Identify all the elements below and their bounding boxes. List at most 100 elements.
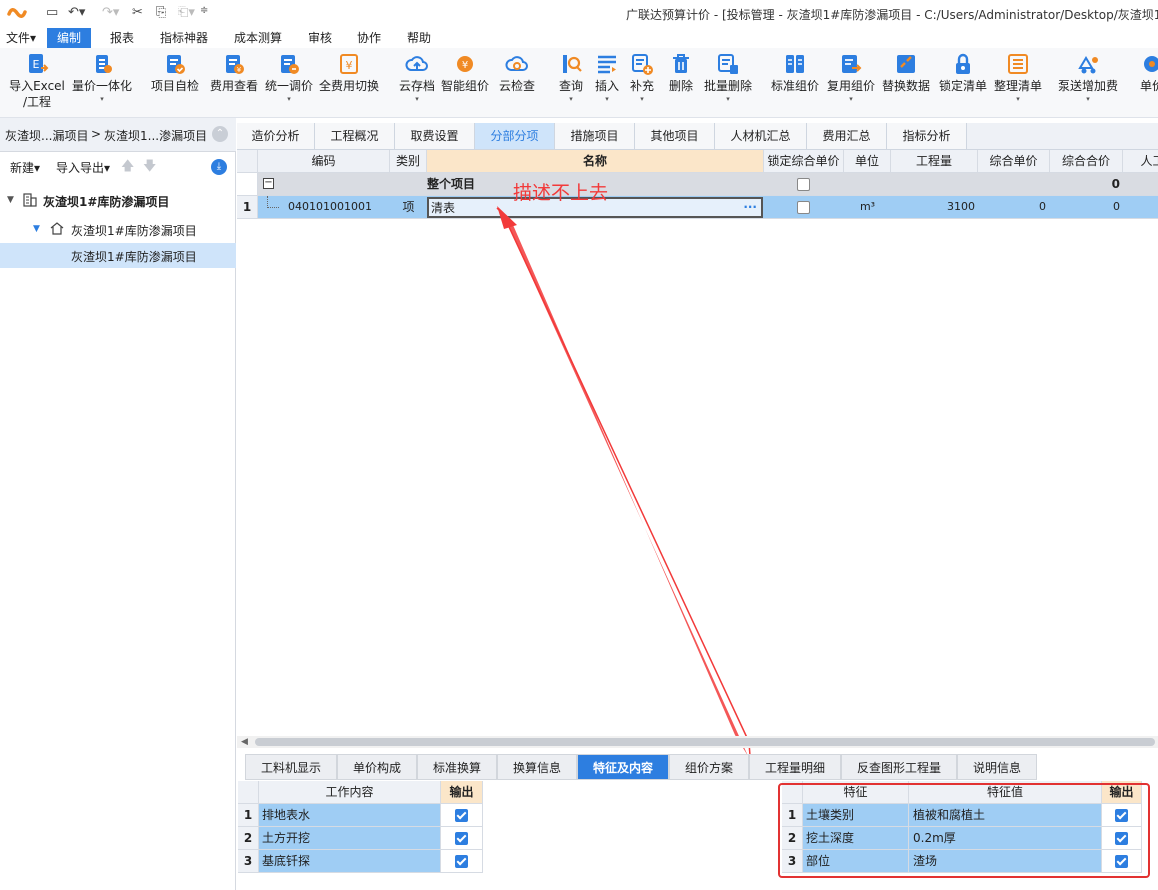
menu-edit[interactable]: 编制	[47, 28, 92, 48]
tab-features-content[interactable]: 特征及内容	[577, 754, 669, 780]
pump-fee-button[interactable]: 泵送增加费 ▾	[1055, 52, 1121, 104]
more-button[interactable]: ···	[743, 199, 757, 215]
col-header-unit[interactable]: 单位	[844, 150, 891, 173]
move-up-icon[interactable]: 🡅	[121, 157, 134, 179]
menu-file[interactable]: 文件▾	[6, 30, 36, 46]
col-header-lock-price[interactable]: 锁定综合单价	[764, 150, 844, 173]
tab-fee-settings[interactable]: 取费设置	[395, 123, 475, 149]
redo-icon[interactable]: ↷▾	[102, 5, 119, 20]
self-check-button[interactable]: 项目自检	[148, 52, 202, 94]
tab-unit-price-composition[interactable]: 单价构成	[337, 754, 417, 780]
undo-icon[interactable]: ↶▾	[68, 5, 85, 20]
collapse-toggle[interactable]: −	[263, 178, 274, 189]
quantity-price-button[interactable]: 量价一体化 ▾	[71, 52, 133, 104]
smart-price-button[interactable]: ¥ 智能组价	[438, 52, 492, 94]
import-export-button[interactable]: 导入导出▾	[56, 159, 110, 176]
tab-conversion-info[interactable]: 换算信息	[497, 754, 577, 780]
checkbox-checked-icon[interactable]	[455, 832, 468, 845]
delete-button[interactable]: 删除	[665, 52, 697, 94]
lock-list-button[interactable]: 锁定清单	[936, 52, 990, 94]
copy-icon[interactable]: ⎘	[156, 5, 166, 20]
menu-help[interactable]: 帮助	[407, 30, 431, 46]
move-down-icon[interactable]: 🡇	[143, 157, 156, 179]
col-header-type[interactable]: 类别	[390, 150, 427, 173]
tab-quantity-details[interactable]: 工程量明细	[749, 754, 841, 780]
scroll-left-icon[interactable]: ◀	[241, 736, 248, 748]
table-row-whole-project[interactable]	[258, 173, 1158, 196]
tab-reverse-graphic-quantity[interactable]: 反查图形工程量	[841, 754, 957, 780]
cell-name[interactable]: 清表	[431, 200, 455, 216]
tree-item-project[interactable]: ▼ 灰渣坝1#库防渗漏项目	[0, 188, 236, 213]
tab-cost-analysis[interactable]: 造价分析	[237, 123, 315, 149]
fee-view-button[interactable]: ¥ 费用查看	[207, 52, 261, 94]
col-header-unit-price[interactable]: 综合单价	[978, 150, 1050, 173]
output-checkbox[interactable]	[441, 827, 483, 850]
download-icon[interactable]: ⤓	[211, 159, 227, 175]
scrollbar-thumb[interactable]	[255, 738, 1155, 746]
replace-data-button[interactable]: 替换数据	[878, 52, 934, 94]
col-header-quantity[interactable]: 工程量	[891, 150, 978, 173]
cell-code[interactable]: 040101001001	[288, 196, 372, 218]
customize-icon[interactable]: ≑	[200, 5, 208, 16]
standard-price-button[interactable]: 标准组价	[768, 52, 822, 94]
tab-sub-items[interactable]: 分部分项	[475, 123, 555, 149]
output-checkbox[interactable]	[441, 850, 483, 873]
horizontal-scrollbar[interactable]: ◀	[237, 736, 1158, 748]
lock-price-checkbox[interactable]	[797, 178, 810, 191]
save-icon[interactable]: ▭	[46, 5, 58, 20]
cut-icon[interactable]: ✂	[132, 5, 143, 20]
cloud-archive-button[interactable]: 云存档 ▾	[396, 52, 438, 104]
breadcrumb-item-unit[interactable]: 灰渣坝1...渗漏项目	[104, 127, 207, 144]
cell-unit-price[interactable]: 0	[978, 196, 1046, 218]
tab-description-info[interactable]: 说明信息	[957, 754, 1037, 780]
tab-fee-summary[interactable]: 费用汇总	[807, 123, 887, 149]
expand-arrow-icon[interactable]: ▼	[7, 195, 14, 205]
cell-unit[interactable]: m³	[844, 196, 891, 218]
checkbox-checked-icon[interactable]	[455, 809, 468, 822]
menu-report[interactable]: 报表	[110, 30, 134, 46]
tab-labor-material-display[interactable]: 工料机显示	[245, 754, 337, 780]
tab-other-items[interactable]: 其他项目	[635, 123, 715, 149]
tab-standard-conversion[interactable]: 标准换算	[417, 754, 497, 780]
menu-index-tool[interactable]: 指标神器	[160, 30, 208, 46]
batch-delete-button[interactable]: 批量删除 ▾	[700, 52, 756, 104]
tab-project-overview[interactable]: 工程概况	[315, 123, 395, 149]
menu-review[interactable]: 审核	[308, 30, 332, 46]
col-header-labor[interactable]: 人工	[1123, 150, 1158, 173]
cloud-check-button[interactable]: 云检查	[494, 52, 540, 94]
import-excel-button[interactable]: E 导入Excel /工程	[8, 52, 66, 110]
paste-icon[interactable]: ⎗▾	[178, 5, 195, 20]
cell-quantity[interactable]: 3100	[891, 196, 975, 218]
expand-arrow-icon[interactable]: ▼	[33, 224, 40, 234]
tab-labor-material-summary[interactable]: 人材机汇总	[715, 123, 807, 149]
new-button[interactable]: 新建▾	[10, 159, 40, 176]
cell-total-price[interactable]: 0	[1050, 196, 1120, 218]
organize-list-button[interactable]: 整理清单 ▾	[990, 52, 1046, 104]
price-adjust-button[interactable]: 统一调价 ▾	[262, 52, 316, 104]
supplement-button[interactable]: 补充 ▾	[627, 52, 657, 104]
tree-item-unit-selected[interactable]: 灰渣坝1#库防渗漏项目	[0, 243, 236, 268]
col-header-name[interactable]: 名称	[427, 150, 764, 173]
tab-measures[interactable]: 措施项目	[555, 123, 635, 149]
breadcrumb-item-project[interactable]: 灰渣坝...漏项目	[5, 127, 88, 144]
lock-price-checkbox[interactable]	[797, 201, 810, 214]
menu-collaborate[interactable]: 协作	[357, 30, 381, 46]
work-content-cell[interactable]: 基底钎探	[259, 850, 441, 873]
unit-price-button[interactable]: 单价	[1132, 52, 1158, 94]
insert-button[interactable]: 插入 ▾	[592, 52, 622, 104]
col-header-code[interactable]: 编码	[258, 150, 390, 173]
reuse-price-button[interactable]: 复用组价 ▾	[824, 52, 878, 104]
tab-index-analysis[interactable]: 指标分析	[887, 123, 967, 149]
query-button[interactable]: 查询 ▾	[554, 52, 588, 104]
menu-cost-estimate[interactable]: 成本测算	[234, 30, 282, 46]
tree-item-single[interactable]: ▼ 灰渣坝1#库防渗漏项目	[0, 217, 236, 242]
work-content-cell[interactable]: 土方开挖	[259, 827, 441, 850]
col-header-total-price[interactable]: 综合合价	[1050, 150, 1123, 173]
output-checkbox[interactable]	[441, 804, 483, 827]
collapse-up-icon[interactable]: ⌃	[212, 126, 228, 142]
full-fee-switch-button[interactable]: ¥ 全费用切换	[318, 52, 380, 94]
work-content-cell[interactable]: 排地表水	[259, 804, 441, 827]
cell-type[interactable]: 项	[390, 196, 427, 218]
tab-pricing-plan[interactable]: 组价方案	[669, 754, 749, 780]
checkbox-checked-icon[interactable]	[455, 855, 468, 868]
